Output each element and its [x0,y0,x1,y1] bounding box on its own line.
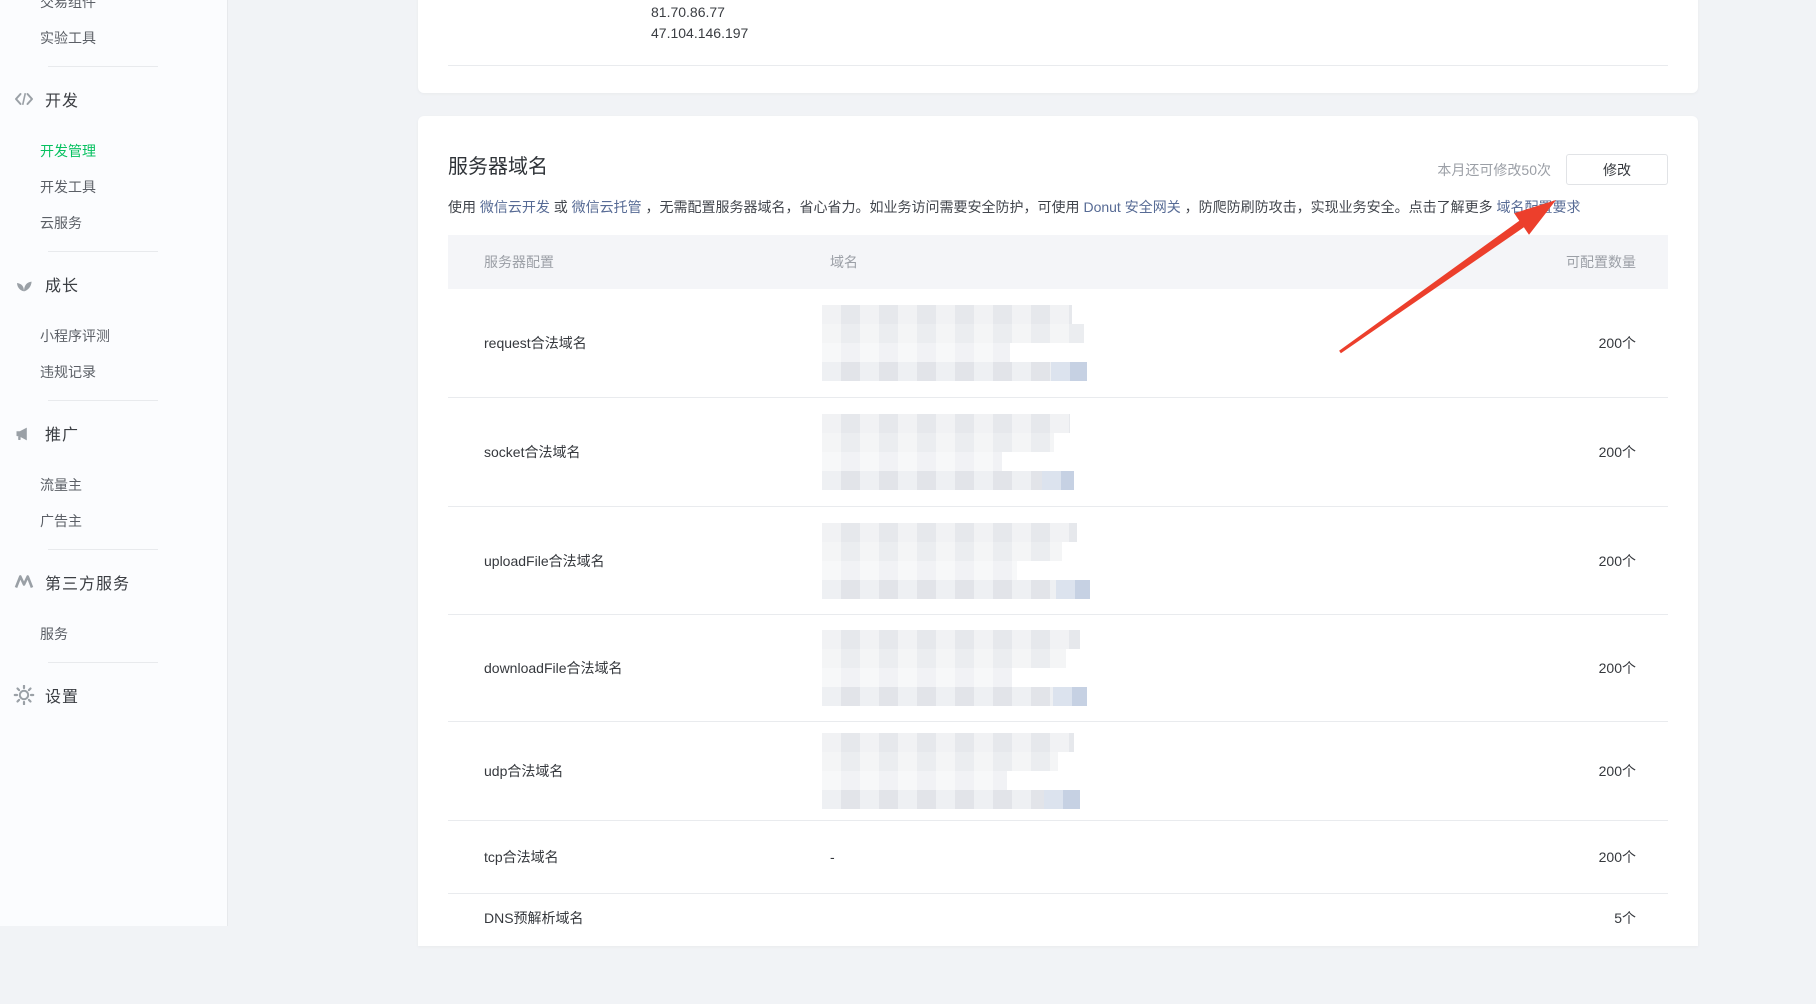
table-row-tcp合法域名: tcp合法域名-200个 [448,821,1668,894]
sidebar-item-云服务[interactable]: 云服务 [0,205,227,241]
domain-config-requirements-link[interactable]: 域名配置要求 [1496,199,1580,215]
sidebar-group: 交易组件实验工具 [0,0,227,56]
domain-cell [830,305,1458,381]
sidebar-item-广告主[interactable]: 广告主 [0,503,227,539]
page-title: 服务器域名 [448,152,548,182]
sidebar: 交易组件实验工具开发开发管理开发工具云服务成长小程序评测违规记录推广流量主广告主… [0,0,228,926]
domain-cell: - [830,849,1458,865]
sidebar-section-title: 推广 [45,421,79,445]
server-config-label: DNS预解析域名 [448,894,830,928]
redacted-domain-blur [822,733,1458,809]
table-header: 服务器配置 域名 可配置数量 [448,235,1668,289]
server-config-label: request合法域名 [448,333,830,353]
domain-cell [830,414,1458,490]
divider [448,65,1668,66]
sprout-icon [12,274,36,294]
domain-table: 服务器配置 域名 可配置数量 request合法域名200个socket合法域名… [448,235,1668,1004]
desc-text: ，无需配置服务器域名，省心省力。如业务访问需要安全防护，可使用 [642,199,1084,215]
config-limit-value: 200个 [1458,761,1668,781]
sidebar-divider [48,549,158,550]
config-limit-value: 200个 [1458,333,1668,353]
megaphone-icon [12,423,36,443]
domain-cell [830,630,1458,706]
sidebar-divider [48,662,158,663]
server-config-label: socket合法域名 [448,442,830,462]
domain-cell [830,523,1458,599]
sidebar-group: 设置 [0,673,227,717]
sidebar-divider [48,66,158,67]
gear-icon [12,685,36,705]
sidebar-group: 开发开发管理开发工具云服务 [0,77,227,241]
redacted-highlight [1051,362,1087,381]
sidebar-item-流量主[interactable]: 流量主 [0,467,227,503]
sidebar-divider [48,251,158,252]
config-limit-value: 200个 [1458,551,1668,571]
sidebar-section-title: 开发 [45,87,79,111]
domain-cell [830,894,1458,908]
sidebar-item-交易组件[interactable]: 交易组件 [0,0,227,20]
ip-address: 47.104.146.197 [651,23,748,44]
desc-text: 使用 [448,199,480,215]
sidebar-section-title: 设置 [45,683,79,707]
wxcloud-dev-link[interactable]: 微信云开发 [480,199,550,215]
third-party-icon [12,572,36,592]
header-config-limit: 可配置数量 [1458,252,1668,272]
sidebar-group: 成长小程序评测违规记录 [0,262,227,390]
desc-text: ，防爬防刷防攻击，实现业务安全。点击了解更多 [1181,199,1497,215]
server-config-label: tcp合法域名 [448,847,830,867]
sidebar-section-成长[interactable]: 成长 [0,262,227,306]
redacted-domain-blur [822,305,1458,381]
table-row-socket合法域名: socket合法域名 200个 [448,398,1668,507]
header-server-config: 服务器配置 [448,252,830,272]
redacted-highlight [1042,471,1074,490]
table-row-request合法域名: request合法域名 200个 [448,289,1668,398]
desc-text: 或 [550,199,572,215]
monthly-quota-note: 本月还可修改50次 [1437,160,1551,180]
server-config-label: uploadFile合法域名 [448,551,830,571]
sidebar-section-title: 成长 [45,272,79,296]
sidebar-item-开发工具[interactable]: 开发工具 [0,169,227,205]
sidebar-item-实验工具[interactable]: 实验工具 [0,20,227,56]
description: 使用 微信云开发 或 微信云托管 ，无需配置服务器域名，省心省力。如业务访问需要… [418,197,1698,217]
sidebar-section-开发[interactable]: 开发 [0,77,227,121]
config-limit-value: 5个 [1458,894,1668,928]
redacted-highlight [1056,580,1090,599]
redacted-highlight [1044,790,1080,809]
code-icon [12,89,36,109]
redacted-highlight [1053,687,1087,706]
sidebar-item-服务[interactable]: 服务 [0,616,227,652]
server-domain-card: 服务器域名 本月还可修改50次 修改 使用 微信云开发 或 微信云托管 ，无需配… [418,116,1698,946]
modify-button[interactable]: 修改 [1566,154,1668,185]
table-row-DNS预解析域名: DNS预解析域名 5个 [448,894,1668,1004]
sidebar-section-推广[interactable]: 推广 [0,411,227,455]
header-domain: 域名 [830,252,1458,272]
sidebar-divider [48,400,158,401]
sidebar-group: 推广流量主广告主 [0,411,227,539]
ip-address: 81.70.86.77 [651,2,748,23]
sidebar-group: 第三方服务服务 [0,560,227,652]
config-limit-value: 200个 [1458,442,1668,462]
sidebar-item-违规记录[interactable]: 违规记录 [0,354,227,390]
redacted-domain-blur [822,630,1458,706]
config-limit-value: 200个 [1458,658,1668,678]
sidebar-section-title: 第三方服务 [45,570,130,594]
donut-gateway-link[interactable]: Donut 安全网关 [1083,199,1180,215]
server-config-label: udp合法域名 [448,761,830,781]
redacted-domain-blur [822,523,1458,599]
sidebar-item-开发管理[interactable]: 开发管理 [0,133,227,169]
ip-list: 81.70.86.7747.104.146.197 [651,2,748,44]
config-limit-value: 200个 [1458,847,1668,867]
wxcloud-hosting-link[interactable]: 微信云托管 [572,199,642,215]
table-row-uploadFile合法域名: uploadFile合法域名 200个 [448,507,1668,615]
server-config-label: downloadFile合法域名 [448,658,830,678]
table-row-downloadFile合法域名: downloadFile合法域名 200个 [448,615,1668,722]
sidebar-item-小程序评测[interactable]: 小程序评测 [0,318,227,354]
ip-card: 81.70.86.7747.104.146.197 [418,0,1698,93]
sidebar-section-第三方服务[interactable]: 第三方服务 [0,560,227,604]
redacted-domain-blur [822,414,1458,490]
domain-cell [830,733,1458,809]
sidebar-section-设置[interactable]: 设置 [0,673,227,717]
table-row-udp合法域名: udp合法域名 200个 [448,722,1668,821]
